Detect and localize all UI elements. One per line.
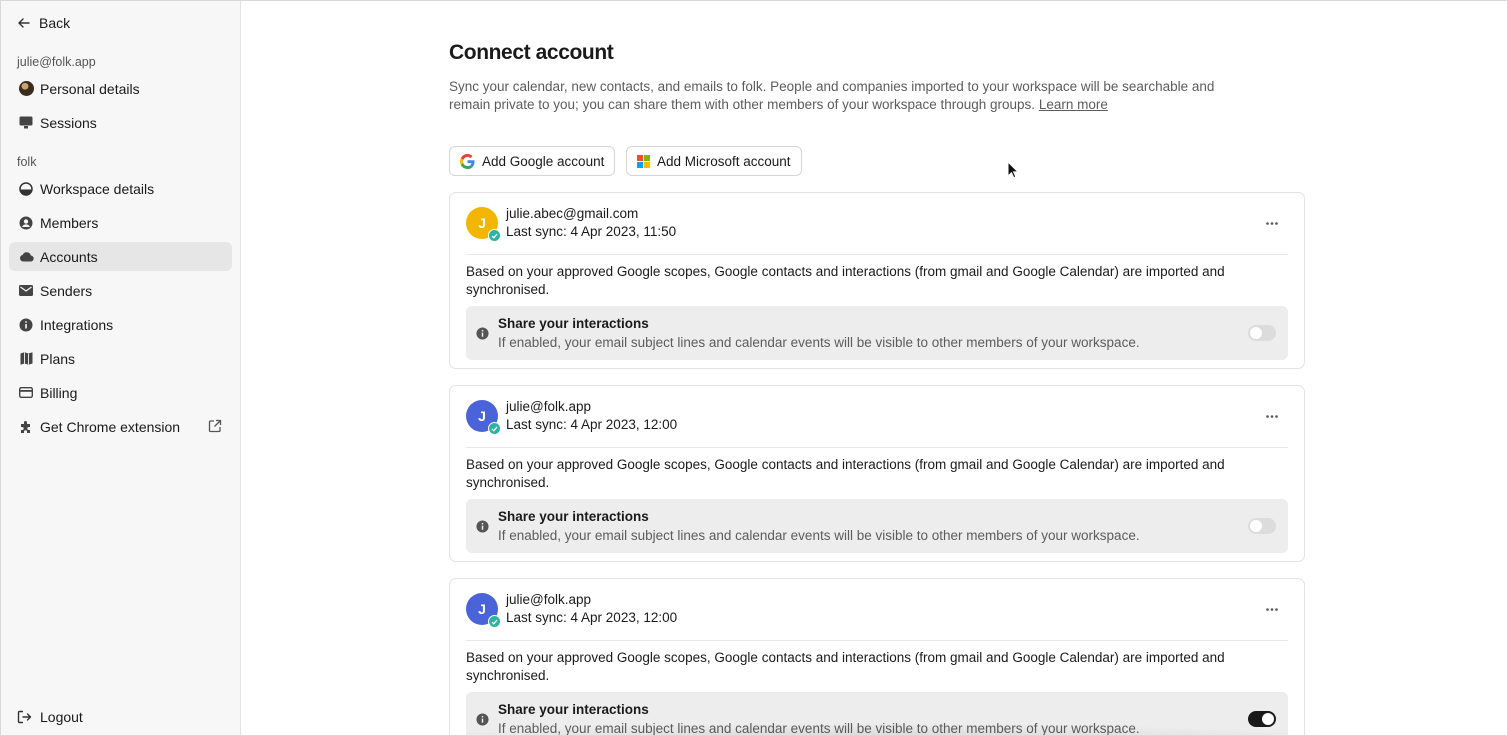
account-email: julie@folk.app [506, 399, 592, 414]
sidebar-item-label: Senders [40, 282, 93, 299]
sidebar-item-senders[interactable]: Senders [9, 276, 232, 305]
sidebar-item-chrome-extension[interactable]: Get Chrome extension [9, 412, 232, 441]
sidebar-item-accounts[interactable]: Accounts [9, 242, 232, 271]
cloud-icon [18, 249, 34, 265]
card-divider [466, 447, 1288, 448]
more-options-icon[interactable] [1260, 601, 1284, 617]
sidebar-item-personal-details[interactable]: Personal details [9, 74, 232, 103]
back-button[interactable]: Back [17, 12, 70, 34]
avatar-initial: J [478, 601, 486, 617]
logout-label: Logout [40, 709, 83, 725]
sidebar-item-label: Workspace details [40, 180, 155, 197]
more-options-icon[interactable] [1260, 408, 1284, 424]
share-title: Share your interactions [498, 316, 649, 331]
verified-check-icon [488, 229, 501, 242]
add-microsoft-account-button[interactable]: Add Microsoft account [626, 146, 802, 176]
share-interactions-toggle[interactable] [1248, 518, 1276, 534]
sidebar-item-label: Integrations [40, 316, 114, 333]
avatar-initial: J [478, 408, 486, 424]
toggle-knob [1250, 327, 1262, 339]
info-icon [476, 520, 489, 538]
account-card: J julie@folk.app Last sync: 4 Apr 2023, … [449, 578, 1305, 736]
sidebar-item-members[interactable]: Members [9, 208, 232, 237]
account-card: J julie.abec@gmail.com Last sync: 4 Apr … [449, 192, 1305, 369]
share-title: Share your interactions [498, 509, 649, 524]
user-section-label: julie@folk.app [17, 55, 96, 69]
share-interactions-panel: Share your interactions If enabled, your… [466, 306, 1288, 360]
sidebar-item-label: Get Chrome extension [40, 418, 181, 435]
verified-check-icon [488, 615, 501, 628]
user-circle-icon [18, 215, 34, 231]
share-interactions-toggle[interactable] [1248, 711, 1276, 727]
sidebar-item-label: Sessions [40, 114, 97, 131]
account-last-sync: Last sync: 4 Apr 2023, 12:00 [506, 417, 678, 432]
share-description: If enabled, your email subject lines and… [498, 528, 1140, 543]
logout-icon [17, 710, 32, 724]
share-description: If enabled, your email subject lines and… [498, 335, 1140, 350]
sidebar-item-workspace-details[interactable]: Workspace details [9, 174, 232, 203]
add-google-label: Add Google account [482, 153, 605, 169]
share-title: Share your interactions [498, 702, 649, 717]
sidebar-item-billing[interactable]: Billing [9, 378, 232, 407]
toggle-knob [1262, 713, 1274, 725]
workspace-icon [18, 181, 34, 197]
workspace-section-label: folk [17, 155, 37, 169]
info-icon [476, 713, 489, 731]
add-google-account-button[interactable]: Add Google account [449, 146, 616, 176]
external-link-icon [208, 419, 222, 436]
account-email: julie@folk.app [506, 592, 592, 607]
toggle-knob [1250, 520, 1262, 532]
logout-button[interactable]: Logout [17, 709, 83, 725]
account-last-sync: Last sync: 4 Apr 2023, 11:50 [506, 224, 677, 239]
sidebar-item-plans[interactable]: Plans [9, 344, 232, 373]
add-microsoft-label: Add Microsoft account [657, 153, 791, 169]
app-window: Back julie@folk.app Personal details Ses… [0, 0, 1508, 736]
page-description: Sync your calendar, new contacts, and em… [449, 78, 1249, 114]
info-icon [18, 317, 34, 333]
share-description: If enabled, your email subject lines and… [498, 721, 1140, 736]
page-title: Connect account [449, 41, 614, 64]
card-divider [466, 640, 1288, 641]
card-divider [466, 254, 1288, 255]
account-scope-description: Based on your approved Google scopes, Go… [466, 457, 1225, 490]
account-email: julie.abec@gmail.com [506, 206, 639, 221]
sidebar-item-label: Personal details [40, 80, 140, 97]
arrow-left-icon [18, 18, 30, 28]
account-scope-description: Based on your approved Google scopes, Go… [466, 264, 1225, 297]
sidebar-item-sessions[interactable]: Sessions [9, 108, 232, 137]
share-interactions-panel: Share your interactions If enabled, your… [466, 692, 1288, 736]
share-interactions-panel: Share your interactions If enabled, your… [466, 499, 1288, 553]
credit-card-icon [18, 385, 34, 401]
main-content: Connect account Sync your calendar, new … [241, 1, 1507, 736]
mail-icon [18, 283, 34, 299]
sidebar-item-label: Billing [40, 384, 78, 401]
more-options-icon[interactable] [1260, 215, 1284, 231]
sidebar-item-label: Accounts [40, 248, 98, 265]
share-interactions-toggle[interactable] [1248, 325, 1276, 341]
info-icon [476, 327, 489, 345]
sidebar-item-label: Members [40, 214, 99, 231]
puzzle-icon [18, 419, 34, 435]
settings-sidebar: Back julie@folk.app Personal details Ses… [1, 1, 241, 735]
mouse-cursor-icon [1007, 161, 1019, 179]
microsoft-logo-icon [637, 154, 650, 168]
avatar-icon [18, 81, 34, 97]
account-scope-description: Based on your approved Google scopes, Go… [466, 650, 1225, 683]
back-label: Back [39, 15, 71, 31]
sidebar-item-label: Plans [40, 350, 76, 367]
sidebar-item-integrations[interactable]: Integrations [9, 310, 232, 339]
map-icon [18, 351, 34, 367]
monitor-icon [18, 115, 34, 131]
account-card: J julie@folk.app Last sync: 4 Apr 2023, … [449, 385, 1305, 562]
google-logo-icon [460, 153, 475, 169]
learn-more-link[interactable]: Learn more [1039, 97, 1108, 112]
account-last-sync: Last sync: 4 Apr 2023, 12:00 [506, 610, 678, 625]
verified-check-icon [488, 422, 501, 435]
avatar-initial: J [478, 215, 486, 231]
